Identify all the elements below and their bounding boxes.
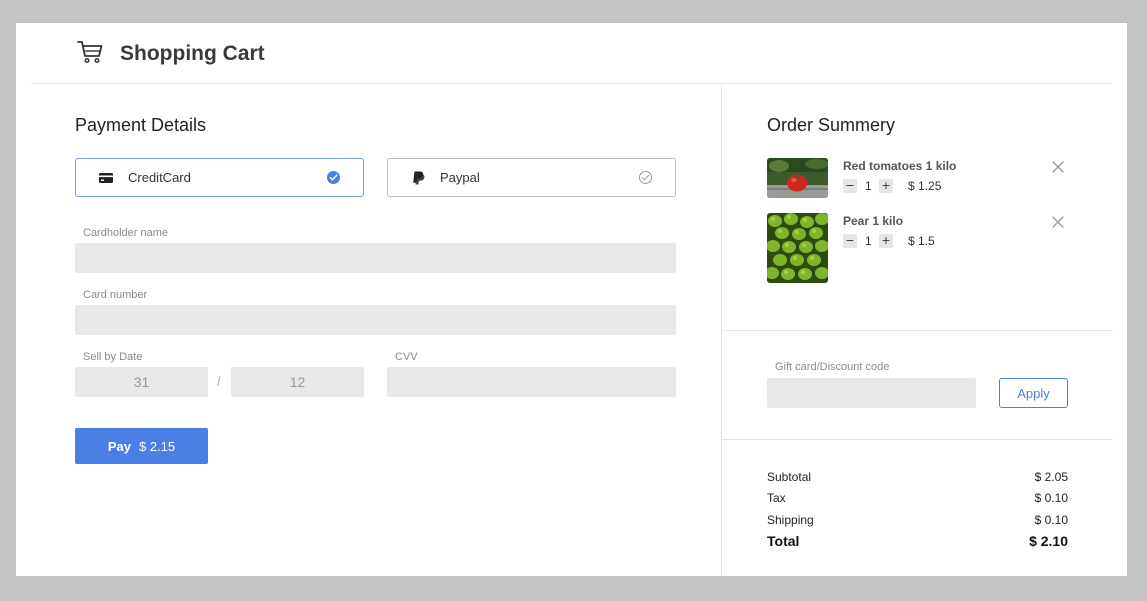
shopping-cart-card: Shopping Cart Payment Details CreditCard… [16, 23, 1127, 576]
sell-by-month-input[interactable] [231, 367, 364, 397]
payment-method-label: Paypal [440, 170, 480, 185]
payment-method-paypal[interactable]: Paypal [387, 158, 676, 197]
cvv-label: CVV [395, 351, 418, 363]
cardholder-name-input[interactable] [75, 243, 676, 273]
quantity-increase-button[interactable]: + [879, 179, 893, 193]
cart-item: Pear 1 kilo − 1 + $ 1.5 [767, 213, 1087, 283]
header: Shopping Cart [31, 23, 1112, 84]
card-number-label: Card number [83, 289, 148, 301]
discount-code-label: Gift card/Discount code [775, 361, 890, 373]
apply-button[interactable]: Apply [999, 378, 1068, 408]
shipping-value: $ 0.10 [1034, 513, 1068, 527]
divider [722, 439, 1113, 440]
cardholder-name-label: Cardholder name [83, 227, 168, 239]
order-summary-heading: Order Summery [767, 115, 896, 135]
shipping-row: Shipping $ 0.10 [767, 513, 1068, 527]
item-price: $ 1.25 [908, 179, 942, 193]
sell-by-day-input[interactable] [75, 367, 208, 397]
shipping-label: Shipping [767, 513, 814, 527]
discount-code-input[interactable] [767, 378, 976, 408]
page-title: Shopping Cart [120, 42, 265, 65]
pay-button[interactable]: Pay $ 2.15 [75, 428, 208, 464]
total-row: Total $ 2.10 [767, 533, 1068, 549]
subtotal-label: Subtotal [767, 470, 812, 484]
item-name: Pear 1 kilo [843, 214, 904, 228]
paypal-icon [413, 171, 425, 185]
date-separator: / [217, 374, 221, 389]
order-summary-panel: Order Summery Red tomatoes 1 kilo − 1 + … [721, 85, 1113, 576]
payment-panel: Payment Details CreditCard Paypal Cardho… [16, 85, 721, 576]
tomato-image [767, 158, 828, 198]
pear-image [767, 213, 828, 283]
total-value: $ 2.10 [1029, 533, 1068, 549]
item-quantity: 1 [865, 234, 872, 248]
close-icon[interactable] [1051, 215, 1065, 229]
payment-method-creditcard[interactable]: CreditCard [75, 158, 364, 197]
item-price: $ 1.5 [908, 234, 935, 248]
payment-details-heading: Payment Details [75, 115, 207, 135]
pay-button-label: Pay [107, 438, 131, 454]
divider [722, 330, 1113, 331]
quantity-decrease-button[interactable]: − [843, 179, 857, 193]
quantity-decrease-button[interactable]: − [843, 234, 857, 248]
tax-value: $ 0.10 [1034, 491, 1068, 505]
payment-method-label: CreditCard [128, 170, 191, 185]
check-circle-outline-icon [639, 171, 652, 184]
subtotal-row: Subtotal $ 2.05 [767, 470, 1068, 484]
item-name: Red tomatoes 1 kilo [843, 159, 957, 173]
subtotal-value: $ 2.05 [1034, 470, 1068, 484]
shopping-cart-icon [77, 41, 103, 64]
check-circle-filled-icon [327, 171, 340, 184]
card-number-input[interactable] [75, 305, 676, 335]
item-quantity: 1 [865, 179, 872, 193]
tax-label: Tax [767, 491, 786, 505]
close-icon[interactable] [1051, 160, 1065, 174]
total-label: Total [767, 533, 800, 549]
quantity-increase-button[interactable]: + [879, 234, 893, 248]
tax-row: Tax $ 0.10 [767, 491, 1068, 505]
credit-card-icon [99, 173, 113, 183]
sell-by-date-label: Sell by Date [83, 351, 143, 363]
pay-amount: $ 2.15 [138, 438, 176, 454]
cvv-input[interactable] [387, 367, 676, 397]
